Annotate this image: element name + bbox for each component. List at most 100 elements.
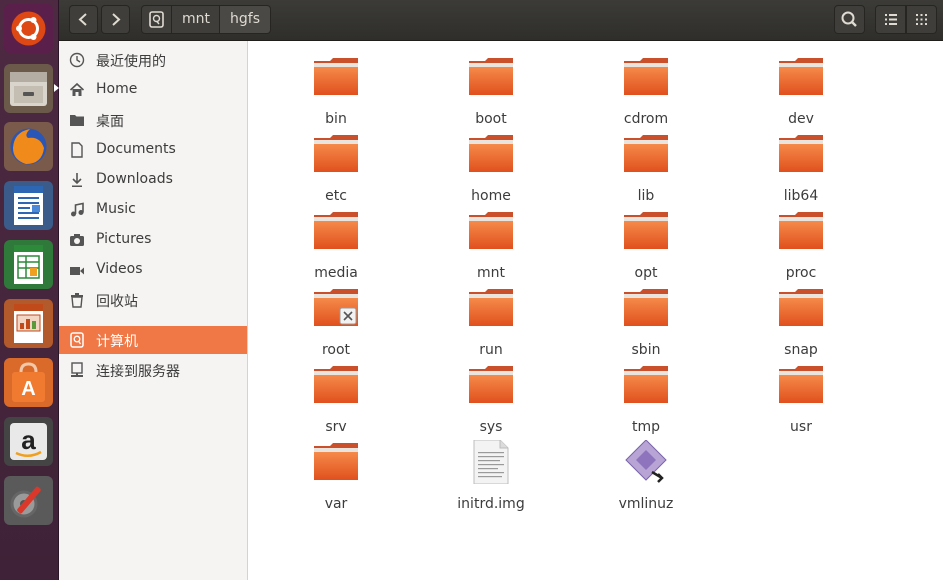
computer-root-icon xyxy=(149,11,164,28)
file-item-lib[interactable]: lib xyxy=(576,132,716,204)
sidebar-item-label: 回收站 xyxy=(96,294,138,310)
folder-icon xyxy=(624,212,668,249)
folder-icon xyxy=(70,115,84,126)
file-item-lib64[interactable]: lib64 xyxy=(731,132,871,204)
files-launcher-button[interactable] xyxy=(4,64,59,113)
files-app-icon xyxy=(10,72,47,106)
file-item-proc[interactable]: proc xyxy=(731,209,871,281)
folder-icon xyxy=(779,58,823,95)
grid-view-button[interactable] xyxy=(906,5,937,34)
folder-icon xyxy=(469,212,513,249)
folder-locked-icon xyxy=(314,289,358,326)
folder-icon xyxy=(469,289,513,326)
sidebar-item-music[interactable]: Music xyxy=(59,196,247,224)
sidebar-item-desktop[interactable]: 桌面 xyxy=(59,106,247,134)
software-center-launcher-button[interactable]: A xyxy=(4,358,53,407)
file-item-snap[interactable]: snap xyxy=(731,286,871,358)
file-item-mnt[interactable]: mnt xyxy=(421,209,561,281)
sidebar-item-connect-server[interactable]: 连接到服务器 xyxy=(59,356,247,384)
sidebar-item-label: Home xyxy=(96,81,138,97)
libreoffice-writer-icon xyxy=(14,186,43,225)
libreoffice-calc-icon xyxy=(14,245,43,284)
file-item-sbin[interactable]: sbin xyxy=(576,286,716,358)
sidebar-item-label: Music xyxy=(96,201,136,217)
file-item-root[interactable]: root xyxy=(266,286,406,358)
settings-launcher-button[interactable] xyxy=(4,476,53,525)
sidebar-item-label: 桌面 xyxy=(96,114,124,130)
folder-icon xyxy=(779,366,823,403)
firefox-icon xyxy=(10,128,47,165)
file-item-dev[interactable]: dev xyxy=(731,55,871,127)
chevron-left-icon xyxy=(78,13,87,26)
file-item-tmp[interactable]: tmp xyxy=(576,363,716,435)
file-item-srv[interactable]: srv xyxy=(266,363,406,435)
breadcrumb-root[interactable] xyxy=(141,5,172,34)
file-item-opt[interactable]: opt xyxy=(576,209,716,281)
breadcrumb-hgfs[interactable]: hgfs xyxy=(219,5,271,34)
file-item-boot[interactable]: boot xyxy=(421,55,561,127)
sidebar-item-trash[interactable]: 回收站 xyxy=(59,286,247,314)
sidebar-item-home[interactable]: Home xyxy=(59,76,247,104)
file-name: mnt xyxy=(477,265,505,281)
computer-icon xyxy=(70,332,84,348)
file-name: tmp xyxy=(631,419,660,435)
ubuntu-dash-button[interactable] xyxy=(4,4,53,53)
sidebar-item-videos[interactable]: Videos xyxy=(59,256,247,284)
header-bar: mnt hgfs xyxy=(59,0,943,41)
home-icon xyxy=(69,82,85,96)
grid-view-icon xyxy=(916,14,927,25)
file-name: home xyxy=(471,188,511,204)
sidebar-item-downloads[interactable]: Downloads xyxy=(59,166,247,194)
sidebar-item-pictures[interactable]: Pictures xyxy=(59,226,247,254)
file-grid: bin boot cdrom dev etc home lib lib64 me… xyxy=(248,41,943,580)
list-view-button[interactable] xyxy=(875,5,906,34)
folder-icon xyxy=(314,366,358,403)
camera-icon xyxy=(70,234,84,246)
amazon-launcher-button[interactable]: a xyxy=(4,417,53,466)
folder-icon xyxy=(779,212,823,249)
file-item-initrd-img[interactable]: initrd.img xyxy=(421,440,561,512)
search-button[interactable] xyxy=(834,5,865,34)
folder-icon xyxy=(624,366,668,403)
unity-launcher: A a xyxy=(0,0,59,580)
firefox-launcher-button[interactable] xyxy=(4,122,53,171)
file-name: cdrom xyxy=(623,111,669,127)
ubuntu-dash-icon xyxy=(11,11,46,46)
file-name: lib64 xyxy=(783,188,819,204)
folder-icon xyxy=(469,135,513,172)
file-item-usr[interactable]: usr xyxy=(731,363,871,435)
file-item-home[interactable]: home xyxy=(421,132,561,204)
calc-launcher-button[interactable] xyxy=(4,240,53,289)
server-icon xyxy=(71,362,83,377)
file-name: opt xyxy=(634,265,658,281)
sidebar-item-label: Pictures xyxy=(96,231,152,247)
sidebar-item-label: Downloads xyxy=(96,171,173,187)
file-item-var[interactable]: var xyxy=(266,440,406,512)
sidebar-item-computer[interactable]: 计算机 xyxy=(59,326,247,354)
file-name: media xyxy=(314,265,358,281)
folder-icon xyxy=(624,289,668,326)
file-item-bin[interactable]: bin xyxy=(266,55,406,127)
sidebar-item-recent[interactable]: 最近使用的 xyxy=(59,46,247,74)
file-item-etc[interactable]: etc xyxy=(266,132,406,204)
file-name: run xyxy=(479,342,503,358)
forward-button[interactable] xyxy=(101,5,130,34)
file-name: usr xyxy=(790,419,812,435)
file-item-vmlinuz[interactable]: vmlinuz xyxy=(576,440,716,512)
folder-icon xyxy=(779,135,823,172)
folder-icon xyxy=(314,212,358,249)
folder-icon xyxy=(779,289,823,326)
writer-launcher-button[interactable] xyxy=(4,181,53,230)
back-button[interactable] xyxy=(69,5,98,34)
file-name: etc xyxy=(325,188,347,204)
file-item-sys[interactable]: sys xyxy=(421,363,561,435)
clock-icon xyxy=(69,52,85,68)
breadcrumb-mnt[interactable]: mnt xyxy=(171,5,221,34)
file-item-media[interactable]: media xyxy=(266,209,406,281)
sidebar-item-documents[interactable]: Documents xyxy=(59,136,247,164)
file-item-cdrom[interactable]: cdrom xyxy=(576,55,716,127)
file-item-run[interactable]: run xyxy=(421,286,561,358)
impress-launcher-button[interactable] xyxy=(4,299,53,348)
binary-file-icon xyxy=(625,440,667,483)
amazon-icon: a xyxy=(10,423,47,460)
